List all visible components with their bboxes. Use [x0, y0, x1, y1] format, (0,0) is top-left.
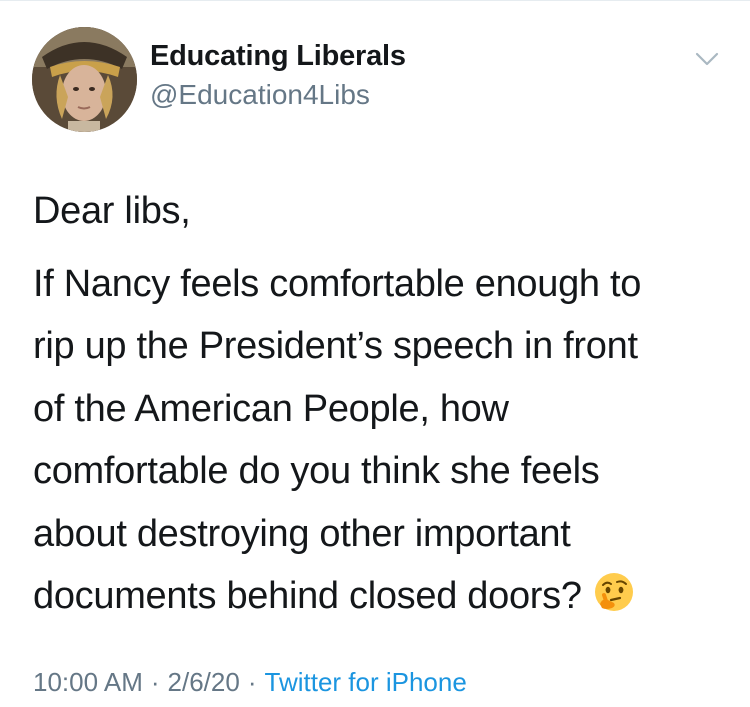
tweet-date[interactable]: 2/6/20 [168, 667, 240, 697]
meta-separator: · [150, 667, 160, 697]
author-handle[interactable]: @Education4Libs [150, 79, 370, 111]
thinking-face-icon [592, 570, 636, 614]
author-name[interactable]: Educating Liberals [150, 40, 406, 73]
meta-separator: · [247, 667, 257, 697]
tweet-greeting: Dear libs, [33, 190, 191, 232]
avatar-image [32, 27, 137, 132]
tweet-line: comfortable do you think she feels [33, 450, 600, 492]
tweet-line: rip up the President’s speech in front [33, 325, 638, 367]
tweet-line: documents behind closed doors? [33, 575, 582, 617]
tweet-text: Dear libs, If Nancy feels comfortable en… [33, 180, 723, 628]
tweet-card: Educating Liberals @Education4Libs Dear … [0, 0, 750, 707]
tweet-time[interactable]: 10:00 AM [33, 667, 143, 697]
tweet-last-line: documents behind closed doors? [33, 565, 723, 628]
tweet-line: If Nancy feels comfortable enough to [33, 262, 642, 305]
tweet-meta: 10:00 AM · 2/6/20 · Twitter for iPhone [33, 667, 467, 698]
tweet-line: of the American People, how [33, 387, 509, 430]
top-divider [0, 0, 750, 1]
avatar[interactable] [32, 27, 137, 132]
tweet-line: about destroying other important [33, 512, 571, 555]
chevron-down-icon[interactable] [692, 50, 722, 70]
tweet-source-link[interactable]: Twitter for iPhone [265, 667, 467, 697]
